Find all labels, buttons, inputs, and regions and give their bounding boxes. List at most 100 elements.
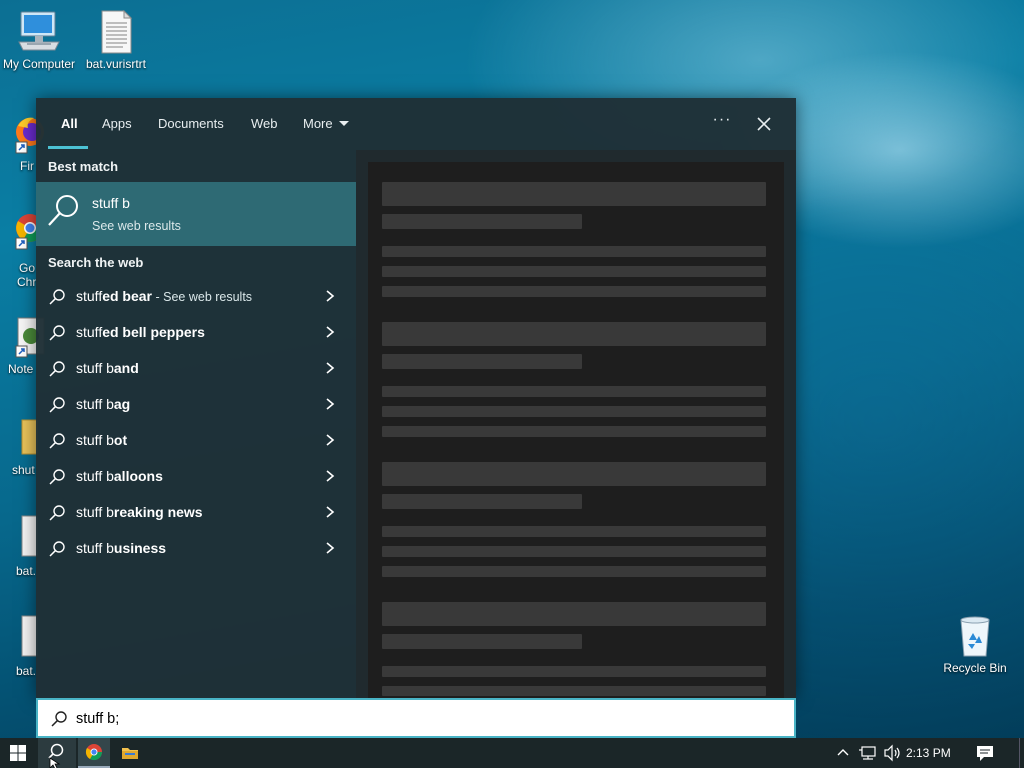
taskbar-chrome[interactable] bbox=[78, 738, 110, 768]
suggestion-item[interactable]: stuff bag bbox=[36, 386, 356, 422]
search-icon bbox=[49, 325, 65, 341]
skeleton-line bbox=[382, 686, 766, 696]
suggestion-completion: alloons bbox=[113, 468, 163, 484]
desktop-icon-label: Fir bbox=[20, 159, 34, 173]
chrome-icon bbox=[85, 744, 103, 761]
action-center-button[interactable] bbox=[972, 738, 998, 768]
skeleton-line bbox=[382, 634, 582, 649]
suggestion-completion: ed bell peppers bbox=[102, 324, 205, 340]
search-icon bbox=[49, 397, 65, 413]
skeleton-line bbox=[382, 566, 766, 577]
search-input[interactable] bbox=[76, 707, 776, 731]
skeleton-line bbox=[382, 286, 766, 297]
suggestion-item[interactable]: stuff breaking news bbox=[36, 494, 356, 530]
search-icon bbox=[49, 505, 65, 521]
recycle-bin-icon bbox=[960, 616, 990, 657]
tab-documents[interactable]: Documents bbox=[158, 115, 224, 135]
skeleton-line bbox=[382, 546, 766, 557]
desktop-icon-label: Recycle Bin bbox=[943, 661, 1007, 675]
suggestion-prefix: stuff bbox=[76, 288, 103, 304]
best-match-subtitle: See web results bbox=[92, 219, 181, 233]
suggestion-item[interactable]: stuff bot bbox=[36, 422, 356, 458]
search-icon bbox=[48, 743, 64, 768]
desktop-icon-recycle-bin[interactable]: Recycle Bin bbox=[933, 614, 1017, 675]
tab-web[interactable]: Web bbox=[251, 115, 278, 135]
chevron-right-icon bbox=[326, 542, 335, 554]
suggestion-text: stuff bot bbox=[76, 432, 127, 448]
preview-loading-placeholder bbox=[368, 162, 784, 698]
web-suggestions: stuffed bear - See web results stuffed b… bbox=[36, 278, 356, 566]
volume-icon bbox=[884, 744, 900, 762]
taskbar-file-explorer[interactable] bbox=[114, 738, 146, 768]
desktop-icon-my-computer[interactable]: My Computer bbox=[0, 10, 81, 71]
tab-more[interactable]: More bbox=[303, 115, 349, 135]
suggestion-completion: ed bear bbox=[102, 288, 153, 304]
search-panel: All Apps Documents Web More ··· Best mat… bbox=[36, 98, 796, 698]
desktop-icon-bat-file[interactable]: bat.vurisrtrt bbox=[74, 10, 158, 71]
suggestion-text: stuffed bear - See web results bbox=[76, 288, 252, 304]
chevron-right-icon bbox=[326, 398, 335, 410]
chevron-up-icon bbox=[837, 749, 849, 756]
suggestion-completion: and bbox=[113, 360, 139, 376]
network-button[interactable] bbox=[856, 738, 880, 768]
skeleton-line bbox=[382, 426, 766, 437]
search-icon bbox=[49, 541, 65, 557]
desktop-icon-label: Note bbox=[8, 362, 34, 376]
suggestion-prefix: stuff b bbox=[76, 540, 114, 556]
search-icon bbox=[51, 711, 67, 727]
preview-pane bbox=[356, 150, 796, 698]
search-icon bbox=[49, 433, 65, 449]
best-match-title: stuff b bbox=[92, 195, 130, 211]
skeleton-line bbox=[382, 214, 582, 229]
taskbar-search-button[interactable] bbox=[38, 738, 76, 768]
suggestion-completion: usiness bbox=[113, 540, 167, 556]
skeleton-line bbox=[382, 182, 766, 206]
suggestion-prefix: stuff bbox=[76, 324, 103, 340]
close-button[interactable] bbox=[750, 110, 778, 138]
close-icon bbox=[757, 117, 771, 131]
skeleton-line bbox=[382, 266, 766, 277]
skeleton-line bbox=[382, 602, 766, 626]
search-web-heading: Search the web bbox=[48, 255, 144, 270]
suggestion-item[interactable]: stuffed bell peppers bbox=[36, 314, 356, 350]
suggestion-prefix: stuff b bbox=[76, 432, 114, 448]
best-match-heading: Best match bbox=[48, 159, 119, 174]
search-box[interactable] bbox=[36, 698, 796, 738]
skeleton-line bbox=[382, 462, 766, 486]
windows-logo-icon bbox=[10, 745, 26, 761]
tab-all[interactable]: All bbox=[61, 115, 78, 135]
suggestion-item[interactable]: stuff business bbox=[36, 530, 356, 566]
search-icon bbox=[49, 289, 65, 305]
results-list: Best match stuff b See web results Searc… bbox=[36, 150, 356, 698]
document-icon bbox=[101, 10, 133, 54]
skeleton-line bbox=[382, 386, 766, 397]
suggestion-item[interactable]: stuff band bbox=[36, 350, 356, 386]
skeleton-line bbox=[382, 666, 766, 677]
show-desktop-button[interactable] bbox=[1019, 738, 1024, 768]
desktop-icon-label: bat.vurisrtrt bbox=[85, 57, 146, 71]
desktop-icon-label: Go bbox=[19, 261, 36, 275]
tab-apps[interactable]: Apps bbox=[102, 115, 132, 135]
suggestion-prefix: stuff b bbox=[76, 504, 114, 520]
suggestion-item[interactable]: stuffed bear - See web results bbox=[36, 278, 356, 314]
desktop-icon-label: bat. bbox=[16, 564, 37, 578]
active-tab-indicator bbox=[48, 146, 88, 149]
show-hidden-icons-button[interactable] bbox=[834, 738, 852, 768]
suggestion-completion: reaking news bbox=[113, 504, 203, 520]
more-options-button[interactable]: ··· bbox=[708, 110, 736, 134]
suggestion-prefix: stuff b bbox=[76, 468, 114, 484]
skeleton-line bbox=[382, 322, 766, 346]
network-icon bbox=[859, 746, 876, 760]
taskbar-clock[interactable]: 2:13 PM bbox=[906, 746, 951, 760]
chevron-right-icon bbox=[326, 506, 335, 518]
suggestion-completion: ot bbox=[113, 432, 128, 448]
suggestion-item[interactable]: stuff balloons bbox=[36, 458, 356, 494]
suggestion-text: stuff bag bbox=[76, 396, 130, 412]
desktop-icon-label: Chr bbox=[17, 275, 37, 289]
volume-button[interactable] bbox=[880, 738, 904, 768]
best-match-item[interactable]: stuff b See web results bbox=[36, 182, 356, 246]
start-button[interactable] bbox=[0, 738, 36, 768]
folder-icon bbox=[122, 748, 138, 759]
chevron-right-icon bbox=[326, 362, 335, 374]
desktop-icon-label: shut bbox=[12, 463, 35, 477]
